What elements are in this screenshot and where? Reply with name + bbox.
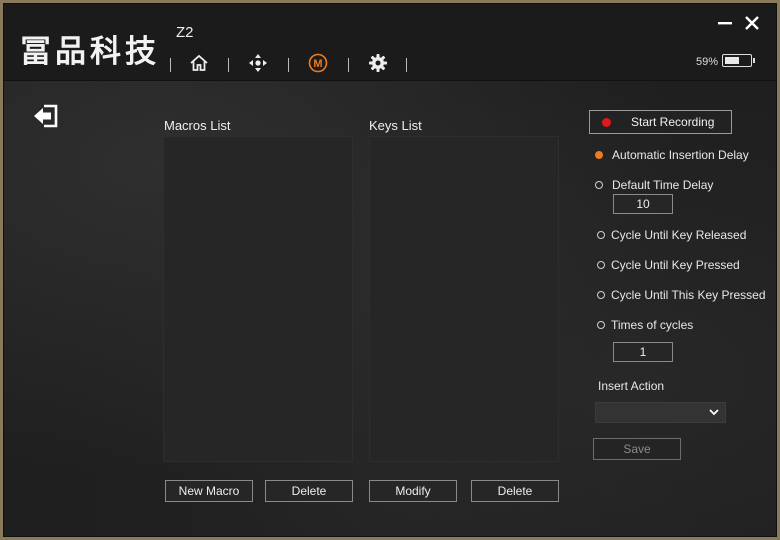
option-times-cycles[interactable]: Times of cycles xyxy=(597,318,693,332)
radio-icon xyxy=(595,151,603,159)
device-model: Z2 xyxy=(176,24,194,41)
radio-icon xyxy=(597,321,605,329)
nav-divider xyxy=(170,58,171,72)
close-button[interactable] xyxy=(743,14,761,32)
nav-divider xyxy=(228,58,229,72)
title-bar: 冨品科技 Z2 M 59% xyxy=(4,4,776,81)
back-icon[interactable] xyxy=(32,103,60,129)
svg-text:M: M xyxy=(313,58,322,70)
insert-action-label: Insert Action xyxy=(598,379,665,393)
option-label: Default Time Delay xyxy=(612,178,714,192)
new-macro-button[interactable]: New Macro xyxy=(165,480,253,502)
battery-percent: 59% xyxy=(696,56,719,68)
macro-icon[interactable]: M xyxy=(307,52,329,74)
nav-divider xyxy=(406,58,407,72)
delete-macro-button[interactable]: Delete xyxy=(265,480,353,502)
dpad-icon[interactable] xyxy=(247,52,269,74)
home-icon[interactable] xyxy=(188,52,210,74)
macros-list-label: Macros List xyxy=(164,118,231,133)
option-label: Cycle Until Key Pressed xyxy=(611,258,740,272)
nav-divider xyxy=(288,58,289,72)
battery-fill xyxy=(725,57,739,64)
battery-icon xyxy=(722,54,755,67)
radio-icon xyxy=(595,181,603,189)
option-label: Cycle Until Key Released xyxy=(611,228,747,242)
default-delay-input[interactable]: 10 xyxy=(613,194,673,214)
option-cycle-this-key[interactable]: Cycle Until This Key Pressed xyxy=(597,288,766,302)
nav-divider xyxy=(348,58,349,72)
gear-icon[interactable] xyxy=(367,52,389,74)
option-label: Automatic Insertion Delay xyxy=(612,148,749,162)
brand-logo: 冨品科技 xyxy=(20,34,160,70)
option-auto-delay[interactable]: Automatic Insertion Delay xyxy=(595,148,749,162)
macros-list[interactable] xyxy=(163,136,353,462)
delete-key-button[interactable]: Delete xyxy=(471,480,559,502)
option-cycle-released[interactable]: Cycle Until Key Released xyxy=(597,228,746,242)
keys-list[interactable] xyxy=(369,136,559,462)
record-icon xyxy=(602,117,611,127)
modify-key-button[interactable]: Modify xyxy=(369,480,457,502)
option-cycle-pressed[interactable]: Cycle Until Key Pressed xyxy=(597,258,740,272)
radio-icon xyxy=(597,231,605,239)
option-default-delay[interactable]: Default Time Delay xyxy=(595,178,713,192)
times-cycles-input[interactable]: 1 xyxy=(613,342,673,362)
keys-list-label: Keys List xyxy=(369,118,422,133)
option-label: Cycle Until This Key Pressed xyxy=(611,288,766,302)
chevron-down-icon xyxy=(709,409,719,416)
option-label: Times of cycles xyxy=(611,318,694,332)
start-recording-button[interactable]: Start Recording xyxy=(589,110,732,134)
insert-action-select[interactable] xyxy=(595,402,726,423)
radio-icon xyxy=(597,291,605,299)
radio-icon xyxy=(597,261,605,269)
app-window: 冨品科技 Z2 M 59% Macros List Keys List New … xyxy=(4,4,776,536)
start-recording-label: Start Recording xyxy=(631,115,715,129)
save-button[interactable]: Save xyxy=(593,438,681,460)
minimize-button[interactable] xyxy=(716,14,734,32)
battery-terminal xyxy=(753,58,755,63)
